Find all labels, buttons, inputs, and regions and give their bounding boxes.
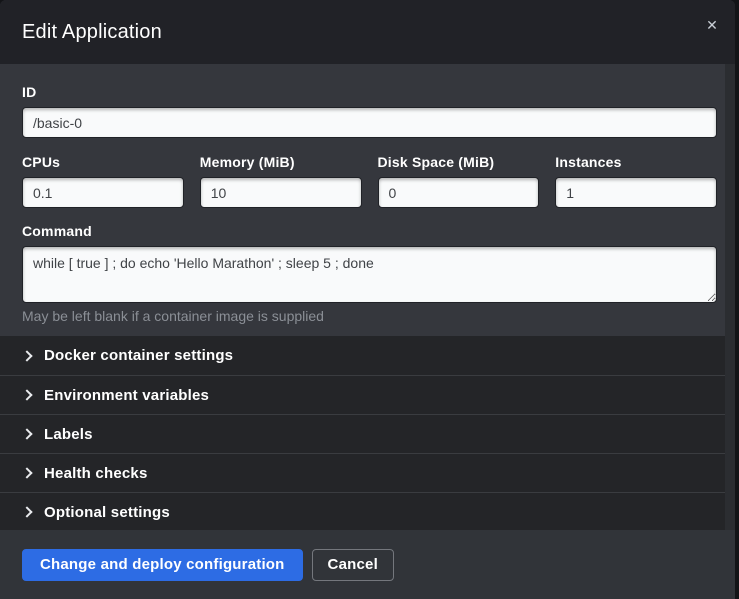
section-environment-variables[interactable]: Environment variables: [0, 375, 735, 414]
disk-label: Disk Space (MiB): [378, 154, 540, 170]
section-labels[interactable]: Labels: [0, 414, 735, 453]
section-label: Environment variables: [44, 387, 209, 404]
section-optional-settings[interactable]: Optional settings: [0, 492, 735, 531]
application-form: ID CPUs Memory (MiB) Disk Space (MiB) In…: [0, 64, 735, 336]
chevron-right-icon: [21, 350, 32, 361]
resources-row: CPUs Memory (MiB) Disk Space (MiB) Insta…: [22, 154, 717, 208]
field-instances: Instances: [555, 154, 717, 208]
close-icon: ✕: [706, 17, 718, 33]
instances-label: Instances: [555, 154, 717, 170]
command-help-text: May be left blank if a container image i…: [22, 308, 717, 324]
field-id: ID: [22, 84, 717, 138]
modal-footer: Change and deploy configuration Cancel: [0, 530, 735, 599]
section-label: Labels: [44, 426, 93, 443]
memory-input[interactable]: [200, 177, 362, 208]
field-disk: Disk Space (MiB): [378, 154, 540, 208]
cpus-label: CPUs: [22, 154, 184, 170]
field-memory: Memory (MiB): [200, 154, 362, 208]
close-button[interactable]: ✕: [701, 14, 723, 36]
field-command: Command while [ true ] ; do echo 'Hello …: [22, 223, 717, 324]
memory-label: Memory (MiB): [200, 154, 362, 170]
section-label: Health checks: [44, 465, 147, 482]
chevron-right-icon: [21, 389, 32, 400]
cpus-input[interactable]: [22, 177, 184, 208]
chevron-right-icon: [21, 467, 32, 478]
change-and-deploy-button[interactable]: Change and deploy configuration: [22, 549, 303, 581]
modal-header: Edit Application ✕: [0, 0, 735, 64]
section-label: Docker container settings: [44, 347, 233, 364]
id-label: ID: [22, 84, 717, 100]
section-docker-container-settings[interactable]: Docker container settings: [0, 336, 735, 375]
section-health-checks[interactable]: Health checks: [0, 453, 735, 492]
instances-input[interactable]: [555, 177, 717, 208]
edit-application-modal: Edit Application ✕ ID CPUs Memory (MiB) …: [0, 0, 735, 599]
chevron-right-icon: [21, 506, 32, 517]
modal-title: Edit Application: [22, 21, 162, 44]
scrollbar-track[interactable]: [725, 64, 735, 530]
chevron-right-icon: [21, 428, 32, 439]
id-input[interactable]: [22, 107, 717, 138]
disk-input[interactable]: [378, 177, 540, 208]
command-textarea[interactable]: while [ true ] ; do echo 'Hello Marathon…: [22, 246, 717, 303]
command-label: Command: [22, 223, 717, 239]
cancel-button[interactable]: Cancel: [312, 549, 394, 581]
collapsible-sections: Docker container settings Environment va…: [0, 336, 735, 530]
field-cpus: CPUs: [22, 154, 184, 208]
section-label: Optional settings: [44, 504, 170, 521]
